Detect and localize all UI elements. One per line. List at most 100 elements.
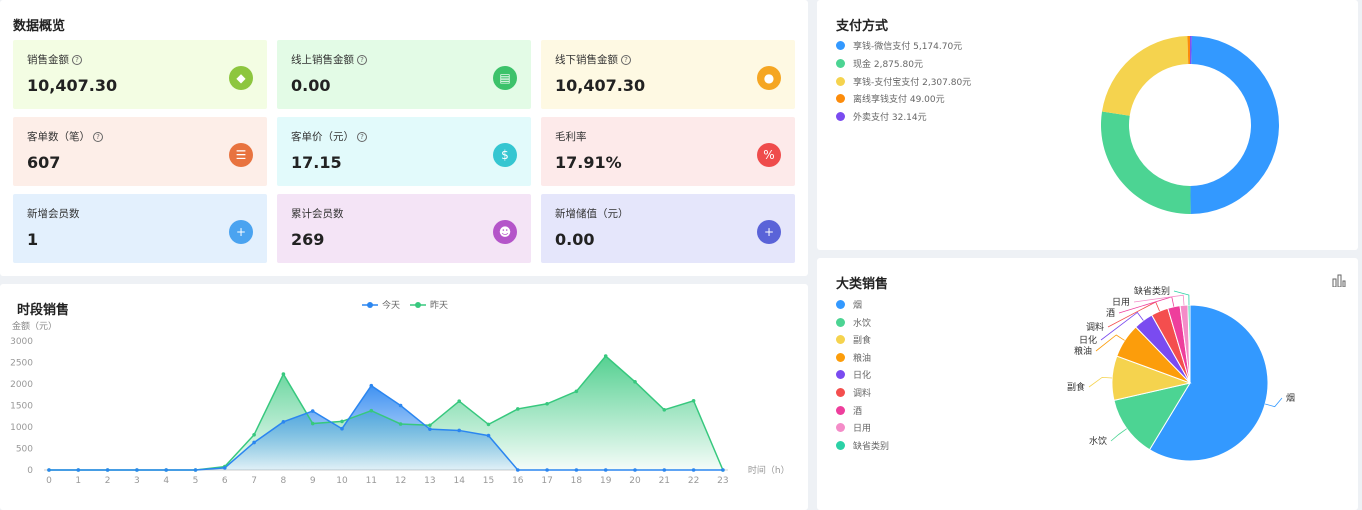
help-icon[interactable]: ? (357, 131, 367, 142)
stat-value: 17.91% (555, 153, 622, 172)
help-icon[interactable]: ? (72, 54, 82, 65)
users-icon: ☻ (493, 220, 517, 244)
stat-value: 607 (27, 153, 61, 172)
pie-label-line (1088, 376, 1113, 388)
stat-label-text: 客单价（元） (291, 131, 354, 143)
x-tick-label: 16 (512, 476, 524, 486)
data-point-yesterday[interactable] (428, 423, 432, 428)
help-icon[interactable]: ? (93, 131, 103, 142)
money-bag-icon: $ (493, 143, 517, 167)
help-icon[interactable]: ? (357, 54, 367, 65)
category-pie-chart[interactable]: 烟水饮 副食 粮油日化调料酒日用缺省类别 (817, 258, 1358, 510)
data-point-today[interactable] (486, 433, 491, 438)
pie-label: 日用 (1112, 297, 1130, 308)
stat-value: 0.00 (291, 76, 331, 95)
data-point-yesterday[interactable] (603, 354, 608, 358)
legend-marker[interactable] (367, 302, 373, 308)
donut-slice[interactable] (1102, 36, 1189, 116)
x-tick-label: 8 (281, 476, 287, 486)
y-tick-label: 500 (16, 445, 33, 455)
data-point-today[interactable] (76, 468, 81, 472)
stat-label-text: 线上销售金额 (291, 54, 354, 66)
data-point-yesterday[interactable] (574, 389, 579, 394)
data-point-today[interactable] (633, 468, 637, 472)
x-tick-label: 3 (134, 476, 140, 486)
stat-label: 销售金额? (27, 52, 82, 67)
help-icon[interactable]: ? (621, 54, 631, 65)
donut-slice[interactable] (1190, 36, 1280, 214)
stat-value: 17.15 (291, 153, 342, 172)
y-axis-label: 金额（元） (12, 320, 57, 332)
stat-label: 累计会员数 (291, 206, 344, 221)
data-point-yesterday[interactable] (340, 419, 344, 424)
data-point-today[interactable] (310, 409, 315, 413)
data-point-today[interactable] (252, 440, 256, 445)
stat-card: 客单数（笔）? 607 ☰ (13, 117, 267, 186)
x-tick-label: 2 (105, 476, 111, 486)
data-point-today[interactable] (135, 468, 139, 472)
data-point-today[interactable] (428, 427, 432, 431)
data-point-today[interactable] (691, 468, 696, 472)
stat-label-text: 新增储值（元） (555, 208, 629, 220)
data-point-yesterday[interactable] (691, 398, 696, 403)
data-point-yesterday[interactable] (281, 372, 286, 376)
data-point-yesterday[interactable] (662, 408, 667, 412)
data-point-yesterday[interactable] (545, 401, 549, 406)
x-tick-label: 10 (336, 476, 348, 486)
data-point-today[interactable] (281, 420, 286, 424)
pie-label: 水饮 (1089, 435, 1107, 447)
data-point-yesterday[interactable] (369, 408, 374, 413)
pie-label: 酒 (1106, 308, 1115, 319)
y-tick-label: 2500 (10, 359, 33, 369)
data-point-today[interactable] (545, 468, 549, 472)
donut-slice[interactable] (1101, 111, 1191, 214)
pie-label: 烟 (1286, 392, 1295, 404)
data-point-today[interactable] (721, 468, 725, 472)
data-point-today[interactable] (398, 403, 403, 408)
legend-marker[interactable] (415, 302, 421, 308)
legend-label[interactable]: 今天 (382, 299, 400, 311)
data-point-yesterday[interactable] (633, 380, 637, 384)
payment-donut-chart[interactable] (817, 0, 1358, 250)
data-point-yesterday[interactable] (457, 399, 462, 403)
y-tick-label: 0 (27, 466, 33, 476)
data-point-today[interactable] (516, 468, 520, 472)
planet-icon: ● (757, 66, 781, 90)
data-point-today[interactable] (223, 466, 227, 470)
hourly-sales-chart[interactable]: 金额（元）0500100015002000250030000 1 2 3 4 5 6 7 8 9 1… (0, 284, 808, 510)
data-point-yesterday[interactable] (516, 407, 520, 411)
percent-icon: % (757, 143, 781, 167)
x-tick-label: 4 (163, 476, 169, 486)
data-point-yesterday[interactable] (398, 422, 403, 426)
data-point-today[interactable] (457, 428, 462, 433)
pie-label-line (1265, 397, 1283, 408)
data-point-today[interactable] (369, 383, 374, 388)
data-point-yesterday[interactable] (310, 421, 315, 426)
data-point-today[interactable] (47, 468, 51, 472)
wallet-icon: ▤ (493, 66, 517, 90)
data-point-today[interactable] (164, 468, 168, 472)
stat-label-text: 毛利率 (555, 131, 587, 143)
data-point-today[interactable] (105, 468, 110, 472)
data-point-today[interactable] (193, 468, 198, 472)
x-tick-label: 15 (483, 476, 494, 486)
x-tick-label: 1 (75, 476, 81, 486)
data-point-today[interactable] (574, 468, 579, 472)
legend-label[interactable]: 昨天 (430, 299, 448, 311)
data-point-yesterday[interactable] (252, 432, 256, 437)
stat-label: 客单数（笔）? (27, 129, 103, 144)
data-point-today[interactable] (662, 468, 667, 472)
stat-label: 新增储值（元） (555, 206, 629, 221)
stat-card: 销售金额? 10,407.30 ◆ (13, 40, 267, 109)
stat-value: 10,407.30 (27, 76, 118, 95)
y-tick-label: 2000 (10, 380, 33, 390)
y-tick-label: 1000 (10, 423, 33, 433)
data-point-today[interactable] (340, 426, 344, 431)
pie-label: 调料 (1086, 321, 1104, 333)
stat-label: 线上销售金额? (291, 52, 367, 67)
stat-card: 累计会员数 269 ☻ (277, 194, 531, 263)
x-tick-label: 17 (541, 476, 552, 486)
data-point-today[interactable] (603, 468, 608, 472)
payment-panel: 支付方式 享钱-微信支付 5,174.70元 现金 2,875.80元 享钱-支付宝… (817, 0, 1358, 250)
data-point-yesterday[interactable] (486, 422, 491, 427)
